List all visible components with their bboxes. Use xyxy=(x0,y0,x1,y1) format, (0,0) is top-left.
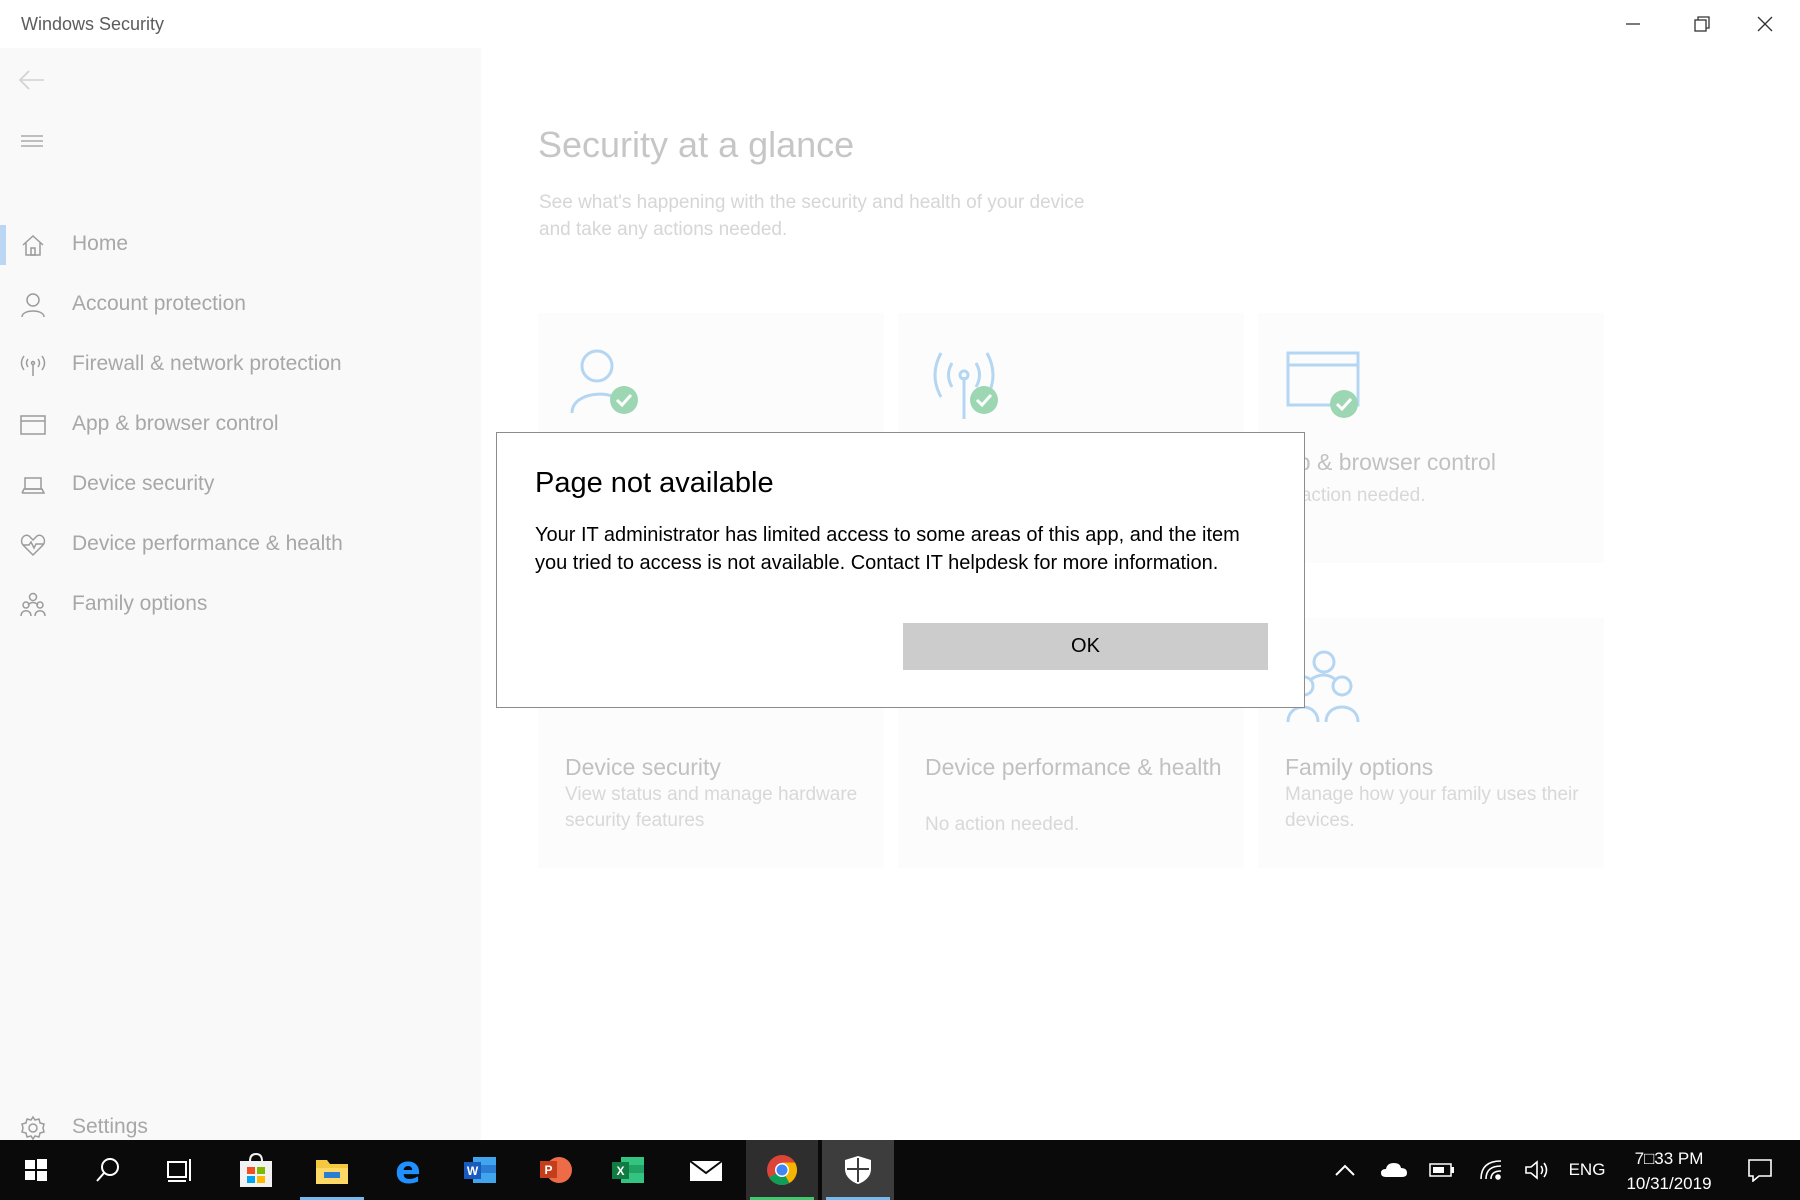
onedrive-button[interactable] xyxy=(1377,1140,1411,1200)
mail-icon xyxy=(689,1160,723,1181)
chrome-app[interactable] xyxy=(746,1140,818,1200)
clock-date: 10/31/2019 xyxy=(1626,1174,1712,1193)
svg-text:W: W xyxy=(467,1164,479,1178)
task-view-button[interactable] xyxy=(144,1140,216,1200)
task-view-icon xyxy=(167,1159,191,1182)
search-icon xyxy=(96,1158,119,1182)
taskbar: e W P X ENG 7□33 PM 10/31/2019 xyxy=(0,1140,1800,1200)
clock-time: 7□33 PM xyxy=(1634,1149,1704,1168)
svg-text:X: X xyxy=(616,1164,624,1178)
close-button[interactable] xyxy=(1730,0,1799,48)
action-center-button[interactable] xyxy=(1734,1140,1786,1200)
minimize-button[interactable] xyxy=(1598,0,1667,48)
excel-app[interactable]: X xyxy=(592,1140,664,1200)
cloud-icon xyxy=(1381,1163,1407,1177)
wifi-icon xyxy=(1480,1160,1502,1180)
show-hidden-icons-button[interactable] xyxy=(1330,1140,1360,1200)
windows-logo-icon xyxy=(25,1159,47,1181)
windows-security-app: Windows Security Home Account protection… xyxy=(0,0,1800,1200)
title-bar: Windows Security xyxy=(0,0,1800,48)
dialog-message: Your IT administrator has limited access… xyxy=(535,524,1240,574)
restore-button[interactable] xyxy=(1667,0,1736,48)
powerpoint-app[interactable]: P xyxy=(520,1140,592,1200)
excel-icon: X xyxy=(612,1157,644,1183)
edge-icon: e xyxy=(395,1148,421,1192)
close-icon xyxy=(1757,16,1772,32)
volume-button[interactable] xyxy=(1520,1140,1554,1200)
chevron-up-icon xyxy=(1335,1164,1355,1176)
ok-button[interactable]: OK xyxy=(903,623,1268,670)
chrome-icon xyxy=(767,1155,798,1186)
input-language-button[interactable]: ENG xyxy=(1562,1140,1612,1200)
network-button[interactable] xyxy=(1474,1140,1508,1200)
windows-security-app-button[interactable] xyxy=(822,1140,894,1200)
battery-button[interactable] xyxy=(1425,1140,1459,1200)
folder-icon xyxy=(316,1160,348,1184)
powerpoint-icon: P xyxy=(540,1157,572,1183)
word-app[interactable]: W xyxy=(444,1140,516,1200)
mail-app[interactable] xyxy=(670,1140,742,1200)
language-indicator: ENG xyxy=(1568,1160,1606,1179)
minimize-icon xyxy=(1625,23,1640,25)
start-button[interactable] xyxy=(0,1140,72,1200)
speaker-icon xyxy=(1525,1160,1548,1180)
file-explorer-app[interactable] xyxy=(296,1140,368,1200)
store-icon xyxy=(240,1153,272,1187)
edge-app[interactable]: e xyxy=(372,1140,444,1200)
battery-icon xyxy=(1429,1163,1454,1177)
search-button[interactable] xyxy=(72,1140,144,1200)
page-not-available-dialog: Page not available Your IT administrator… xyxy=(496,432,1305,708)
dialog-title: Page not available xyxy=(535,467,774,499)
shield-icon xyxy=(845,1156,871,1184)
word-icon: W xyxy=(464,1157,496,1183)
store-app[interactable] xyxy=(220,1140,292,1200)
window-title: Windows Security xyxy=(21,14,165,34)
svg-text:P: P xyxy=(544,1163,552,1177)
clock-button[interactable]: 7□33 PM 10/31/2019 xyxy=(1614,1146,1724,1196)
restore-icon xyxy=(1693,16,1710,32)
notification-icon xyxy=(1748,1159,1772,1182)
